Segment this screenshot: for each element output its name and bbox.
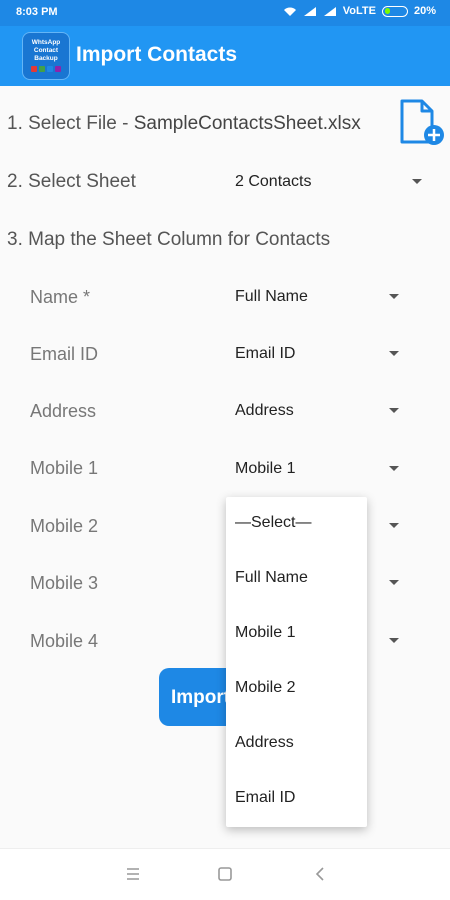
field-select-address[interactable]: Address <box>235 402 294 420</box>
app-logo: WhtsApp Contact Backup <box>22 32 70 80</box>
chevron-down-icon[interactable] <box>389 294 399 299</box>
logo-dots <box>23 66 69 72</box>
system-nav-bar <box>0 848 450 900</box>
dropdown-option[interactable]: Address <box>226 717 367 772</box>
back-icon[interactable] <box>313 867 327 881</box>
battery-icon <box>381 5 408 17</box>
status-bar: 8:03 PM VoLTE 20% <box>0 0 450 26</box>
chevron-down-icon[interactable] <box>389 523 399 528</box>
wifi-icon <box>283 7 296 16</box>
dropdown-option[interactable]: —Select— <box>226 497 367 552</box>
dropdown-option[interactable]: Mobile 2 <box>226 662 367 717</box>
field-label-name: Name * <box>30 287 91 307</box>
field-select-name[interactable]: Full Name <box>235 288 308 306</box>
add-file-icon[interactable] <box>398 98 446 148</box>
signal-icon-2 <box>323 6 336 16</box>
logo-text-2: Contact <box>33 47 59 54</box>
network-label: VoLTE <box>342 5 376 17</box>
battery-label: 20% <box>413 5 436 17</box>
app-bar: WhtsApp Contact Backup Import Contacts <box>0 26 450 86</box>
field-label-address: Address <box>30 401 97 421</box>
column-dropdown-menu: —Select— Full Name Mobile 1 Mobile 2 Add… <box>226 497 367 827</box>
chevron-down-icon[interactable] <box>389 351 399 356</box>
chevron-down-icon[interactable] <box>389 580 399 585</box>
map-columns-label: 3. Map the Sheet Column for Contacts <box>7 229 331 250</box>
field-label-mobile3: Mobile 3 <box>30 573 99 593</box>
field-label-email: Email ID <box>30 344 99 364</box>
menu-icon[interactable] <box>125 867 141 881</box>
logo-text-1: WhtsApp <box>31 39 61 46</box>
select-file-label: 1. Select File - <box>7 113 134 134</box>
select-file-row[interactable]: 1. Select File - SampleContactsSheet.xls… <box>7 113 361 135</box>
dropdown-option[interactable]: Full Name <box>226 552 367 607</box>
logo-text-3: Backup <box>34 55 58 62</box>
page-title: Import Contacts <box>76 43 238 66</box>
status-icons: VoLTE 20% <box>283 5 436 17</box>
status-time: 8:03 PM <box>16 6 58 18</box>
signal-icon <box>303 6 316 16</box>
select-sheet-label: 2. Select Sheet <box>7 171 136 192</box>
chevron-down-icon[interactable] <box>389 466 399 471</box>
dropdown-option[interactable]: Email ID <box>226 772 367 827</box>
field-label-mobile2: Mobile 2 <box>30 516 99 536</box>
chevron-down-icon[interactable] <box>412 179 422 184</box>
field-select-email[interactable]: Email ID <box>235 345 295 363</box>
dropdown-option[interactable]: Mobile 1 <box>226 607 367 662</box>
sheet-select[interactable]: 2 Contacts <box>235 173 311 191</box>
home-icon[interactable] <box>217 867 233 881</box>
file-name: SampleContactsSheet.xlsx <box>133 113 361 134</box>
chevron-down-icon[interactable] <box>389 408 399 413</box>
chevron-down-icon[interactable] <box>389 638 399 643</box>
field-select-mobile1[interactable]: Mobile 1 <box>235 460 295 478</box>
field-label-mobile4: Mobile 4 <box>30 631 99 651</box>
field-label-mobile1: Mobile 1 <box>30 458 99 478</box>
